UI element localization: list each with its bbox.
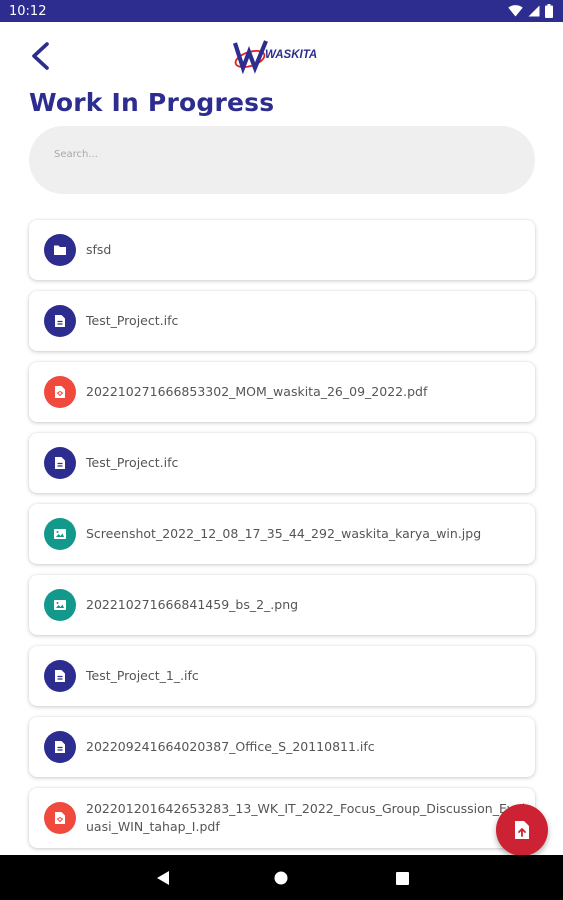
back-arrow-icon [32,42,49,70]
back-button[interactable] [22,38,58,74]
status-time: 10:12 [9,3,47,19]
nav-back-button[interactable] [152,867,174,889]
nav-recents-button[interactable] [391,867,413,889]
search-input[interactable] [54,149,511,160]
file-name: Test_Project.ifc [86,313,179,328]
file-item[interactable]: 202210271666853302_MOM_waskita_26_09_202… [29,362,535,422]
wifi-icon [508,5,523,17]
document-icon [44,305,76,337]
page-title: Work In Progress [29,88,275,117]
file-name: Screenshot_2022_12_08_17_35_44_292_waski… [86,526,482,541]
upload-file-button[interactable] [496,804,548,856]
status-icons [508,4,553,18]
home-circle-icon [274,871,288,885]
file-item[interactable]: Test_Project_1_.ifc [29,646,535,706]
waskita-logo: WASKITA [232,38,332,75]
file-item[interactable]: Test_Project.ifc [29,433,535,493]
file-item[interactable]: Test_Project.ifc [29,291,535,351]
file-name: Test_Project.ifc [86,455,179,470]
file-item[interactable]: Screenshot_2022_12_08_17_35_44_292_waski… [29,504,535,564]
pdf-icon [44,376,76,408]
battery-icon [545,4,553,18]
back-triangle-icon [157,871,169,885]
file-list: sfsd Test_Project.ifc 202210271666853302_M… [29,220,535,859]
recents-square-icon [395,871,409,885]
document-icon [44,660,76,692]
image-icon [44,518,76,550]
search-box[interactable] [29,126,535,194]
file-upload-icon [515,821,529,839]
file-name: 202201201642653283_13_WK_IT_2022_Focus_G… [86,801,526,834]
file-name: Test_Project_1_.ifc [86,668,199,683]
logo-text: WASKITA [265,49,317,61]
status-bar: 10:12 [0,0,563,22]
image-icon [44,589,76,621]
document-icon [44,731,76,763]
nav-home-button[interactable] [270,867,292,889]
file-item[interactable]: 202210271666841459_bs_2_.png [29,575,535,635]
file-item[interactable]: sfsd [29,220,535,280]
system-nav-bar [0,855,563,900]
file-name: 202210271666841459_bs_2_.png [86,597,299,612]
file-item[interactable]: 202209241664020387_Office_S_20110811.ifc [29,717,535,777]
pdf-icon [44,802,76,834]
document-icon [44,447,76,479]
file-name: 202210271666853302_MOM_waskita_26_09_202… [86,384,428,399]
signal-icon [528,5,540,17]
file-name: 202209241664020387_Office_S_20110811.ifc [86,739,375,754]
file-item[interactable]: 202201201642653283_13_WK_IT_2022_Focus_G… [29,788,535,848]
file-name: sfsd [86,242,112,257]
folder-icon [44,234,76,266]
